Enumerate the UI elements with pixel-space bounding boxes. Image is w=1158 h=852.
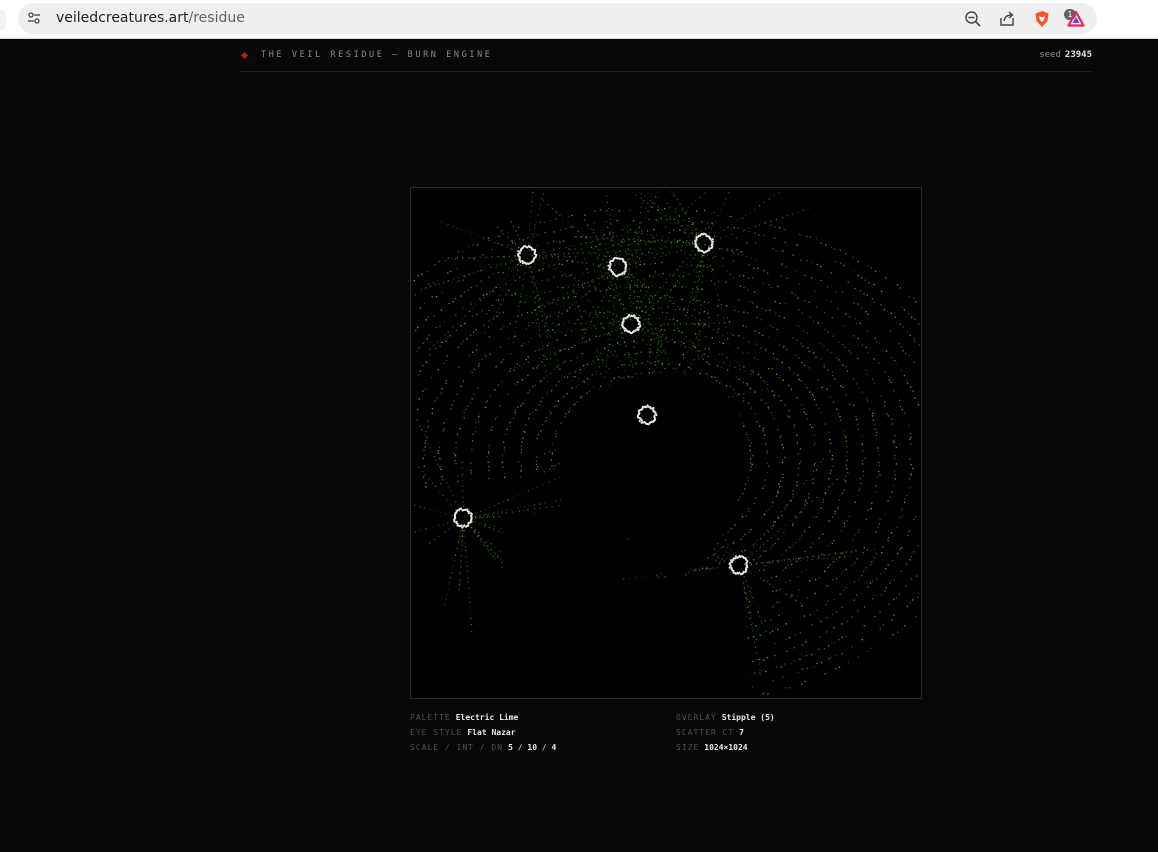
share-icon[interactable] xyxy=(998,10,1016,28)
scatter-row: SCATTER CT 7 xyxy=(676,725,775,740)
eye-style-label: EYE STYLE xyxy=(410,728,463,737)
seed-label: seed xyxy=(1039,50,1061,60)
scale-label: SCALE / INT / DN xyxy=(410,743,504,752)
palette-label: PALETTE xyxy=(410,713,451,722)
dn-value: 4 xyxy=(551,743,557,752)
seed-display: seed 23945 xyxy=(1039,50,1092,60)
diamond-icon xyxy=(240,51,249,60)
tune-icon[interactable] xyxy=(27,11,41,25)
size-label: SIZE xyxy=(676,743,700,752)
meta-left: PALETTE Electric Lime EYE STYLE Flat Nazar… xyxy=(410,710,556,755)
zoom-out-icon[interactable] xyxy=(964,10,982,28)
scatter-label: SCATTER CT xyxy=(676,728,735,737)
overlay-row: OVERLAY Stipple (5) xyxy=(676,710,775,725)
scale-value: 5 xyxy=(508,743,513,752)
page-header: THE VEIL RESIDUE — BURN ENGINE seed 23945 xyxy=(240,44,1092,72)
scale-row: SCALE / INT / DN 5 / 10 / 4 xyxy=(410,740,556,755)
brave-shield-icon[interactable] xyxy=(1033,10,1051,28)
eye-style-value: Flat Nazar xyxy=(467,728,516,737)
palette-row: PALETTE Electric Lime xyxy=(410,710,556,725)
dark-void-column xyxy=(503,514,623,698)
overlay-value: Stipple (5) xyxy=(721,713,775,722)
palette-value: Electric Lime xyxy=(455,713,519,722)
int-value: 10 xyxy=(527,743,538,752)
url-domain: veiledcreatures.art xyxy=(56,10,189,26)
address-bar[interactable]: veiledcreatures.art/residue 1 xyxy=(18,3,1097,34)
previous-tab-edge[interactable] xyxy=(0,10,6,30)
size-value: 1024×1024 xyxy=(704,743,748,752)
artwork-canvas[interactable] xyxy=(410,187,922,699)
page-title: THE VEIL RESIDUE — BURN ENGINE xyxy=(261,50,493,60)
size-row: SIZE 1024×1024 xyxy=(676,740,775,755)
url-text[interactable]: veiledcreatures.art/residue xyxy=(56,9,245,28)
seed-value: 23945 xyxy=(1064,50,1092,60)
slash: / xyxy=(517,743,523,752)
overlay-label: OVERLAY xyxy=(676,713,717,722)
slash: / xyxy=(541,743,547,752)
url-path: /residue xyxy=(188,10,245,26)
browser-toolbar: veiledcreatures.art/residue 1 xyxy=(0,0,1158,39)
artwork-svg xyxy=(411,188,921,698)
brave-rewards-icon[interactable] xyxy=(1067,10,1085,28)
scatter-value: 7 xyxy=(739,728,744,737)
eye-style-row: EYE STYLE Flat Nazar xyxy=(410,725,556,740)
meta-right: OVERLAY Stipple (5) SCATTER CT 7 SIZE 1024×… xyxy=(676,710,775,755)
